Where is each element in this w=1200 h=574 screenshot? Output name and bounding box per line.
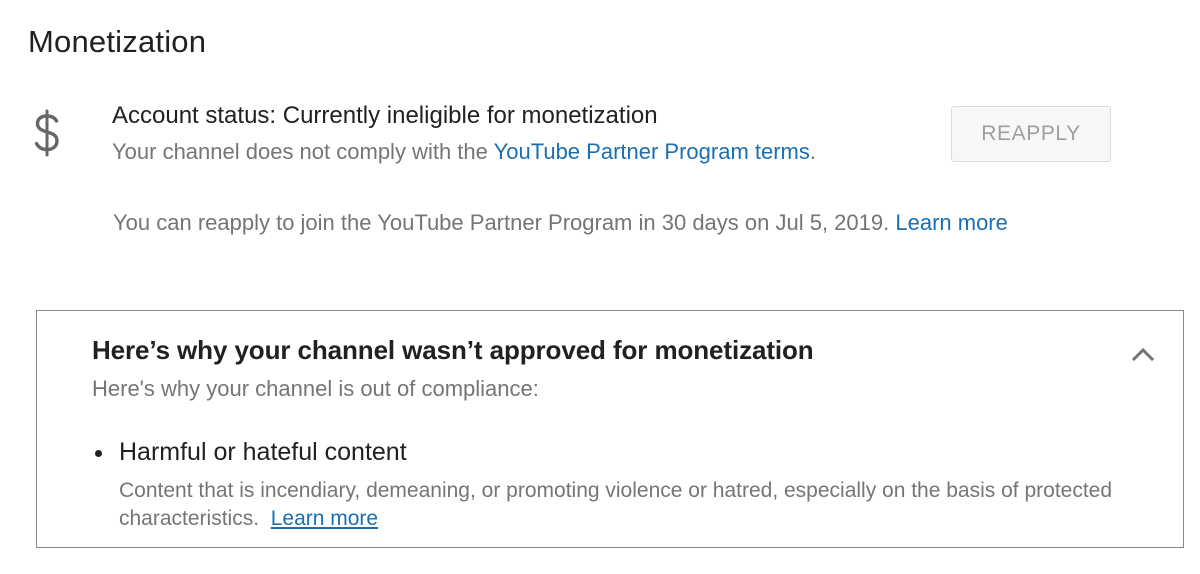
reapply-button[interactable]: REAPPLY (951, 106, 1111, 162)
chevron-up-icon[interactable] (1130, 343, 1156, 365)
section-title: Monetization (28, 24, 207, 59)
bullet-dot (95, 450, 102, 457)
reason-item-title: Harmful or hateful content (119, 438, 407, 466)
subtitle-prefix: Your channel does not comply with the (112, 139, 494, 164)
monetization-page: Monetization Account status: Currently i… (0, 0, 1200, 574)
rejection-reasons-panel: Here’s why your channel wasn’t approved … (36, 310, 1184, 548)
account-status-subtitle: Your channel does not comply with the Yo… (112, 139, 816, 165)
account-status-text: Account status: Currently ineligible for… (112, 102, 658, 129)
reasons-subtitle: Here's why your channel is out of compli… (92, 376, 539, 401)
reason-description-text: Content that is incendiary, demeaning, o… (119, 479, 1113, 530)
reason-item-description: Content that is incendiary, demeaning, o… (119, 477, 1129, 533)
reapply-note-text: You can reapply to join the YouTube Part… (113, 210, 890, 235)
subtitle-suffix: . (809, 139, 817, 164)
reason-learn-more-link[interactable]: Learn more (271, 507, 378, 530)
partner-program-terms-link[interactable]: YouTube Partner Program terms (494, 139, 810, 164)
reapply-note: You can reapply to join the YouTube Part… (113, 210, 1008, 236)
reasons-title: Here’s why your channel wasn’t approved … (92, 335, 814, 365)
reapply-learn-more-link[interactable]: Learn more (895, 210, 1008, 235)
dollar-icon (34, 109, 59, 157)
